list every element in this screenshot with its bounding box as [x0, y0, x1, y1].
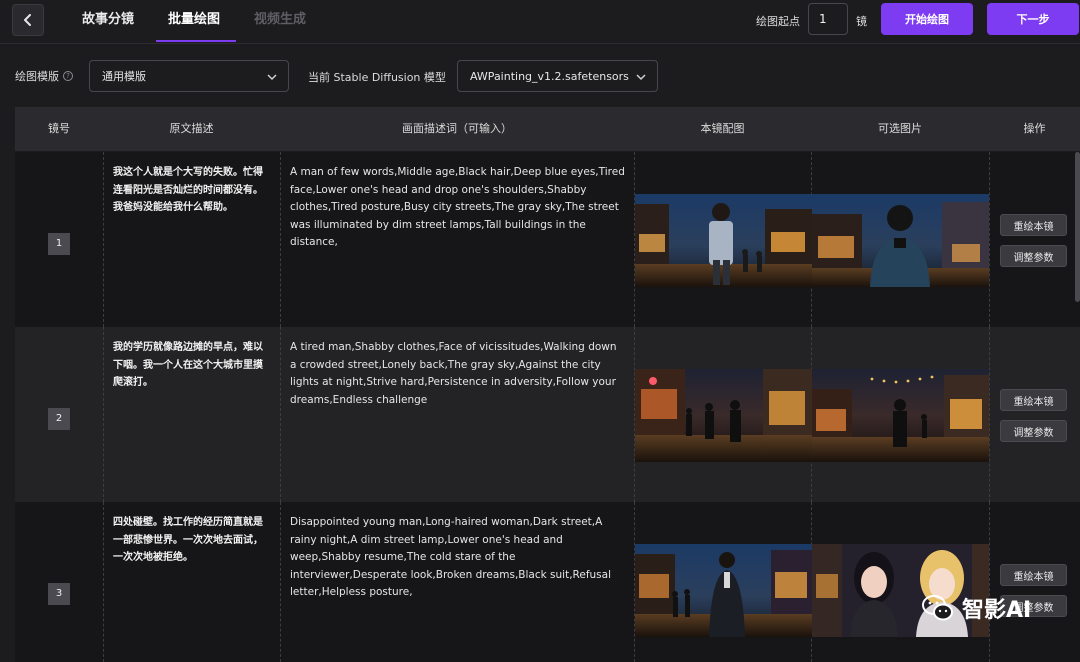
- chevron-down-icon: [267, 74, 277, 81]
- column-header-shot-number: 镜号: [48, 122, 70, 135]
- tab-storyboard[interactable]: 故事分镜: [82, 0, 134, 42]
- shot-number: 2: [48, 408, 70, 430]
- model-label: 当前 Stable Diffusion 模型: [308, 71, 446, 84]
- column-header-optional-images: 可选图片: [878, 122, 922, 135]
- shot-image[interactable]: [635, 369, 812, 462]
- model-select[interactable]: AWPainting_v1.2.safetensors: [457, 60, 658, 92]
- table-row: 3 四处碰壁。找工作的经历简直就是一部悲惨世界。一次次地去面试，一次次地被拒绝。…: [15, 502, 1080, 662]
- start-shot-label: 绘图起点: [756, 15, 800, 28]
- optional-image[interactable]: [812, 369, 989, 462]
- template-label-text: 绘图模版: [15, 70, 59, 83]
- help-icon[interactable]: ?: [63, 71, 73, 81]
- optional-image[interactable]: [812, 194, 989, 287]
- tab-batch-draw[interactable]: 批量绘图: [155, 0, 237, 42]
- watermark-text: 智影AI: [962, 598, 1032, 623]
- table-row: 2 我的学历就像路边摊的早点，难以下咽。我一个人在这个大城市里摸爬滚打。 A t…: [15, 327, 1080, 502]
- prompt-text[interactable]: Disappointed young man,Long-haired woman…: [290, 514, 626, 602]
- shot-image[interactable]: [635, 194, 812, 287]
- original-text: 我这个人就是个大写的失败。忙得连看阳光是否灿烂的时间都没有。我爸妈没能给我什么帮…: [113, 167, 263, 213]
- template-select-value: 通用模版: [102, 70, 146, 83]
- model-select-value: AWPainting_v1.2.safetensors: [470, 69, 629, 83]
- watermark: 智影AI: [920, 590, 1031, 626]
- tab-video-generation[interactable]: 视频生成: [254, 0, 306, 42]
- redraw-shot-button[interactable]: 重绘本镜: [1000, 564, 1067, 586]
- column-header-original-text: 原文描述: [169, 122, 214, 135]
- start-drawing-button[interactable]: 开始绘图: [881, 3, 973, 35]
- back-button[interactable]: [12, 4, 44, 36]
- adjust-params-button[interactable]: 调整参数: [1000, 420, 1067, 442]
- redraw-shot-button[interactable]: 重绘本镜: [1000, 214, 1067, 236]
- shot-unit-label: 镜: [856, 15, 867, 28]
- prompt-text[interactable]: A man of few words,Middle age,Black hair…: [290, 164, 626, 252]
- start-shot-input[interactable]: [808, 3, 848, 35]
- column-header-shot-image: 本镜配图: [700, 122, 745, 135]
- chevron-down-icon: [636, 74, 646, 81]
- vertical-scrollbar[interactable]: [1075, 152, 1080, 302]
- adjust-params-button[interactable]: 调整参数: [1000, 245, 1067, 267]
- original-text: 四处碰壁。找工作的经历简直就是一部悲惨世界。一次次地去面试，一次次地被拒绝。: [113, 517, 263, 563]
- shot-number: 3: [48, 583, 70, 605]
- shot-image[interactable]: [635, 544, 812, 637]
- table-header: 镜号 原文描述 画面描述词（可输入） 本镜配图 可选图片 操作: [15, 107, 1080, 151]
- column-header-actions: 操作: [1023, 122, 1046, 135]
- template-select[interactable]: 通用模版: [89, 60, 289, 92]
- table-row: 1 我这个人就是个大写的失败。忙得连看阳光是否灿烂的时间都没有。我爸妈没能给我什…: [15, 152, 1080, 327]
- shot-number: 1: [48, 233, 70, 255]
- column-header-prompt: 画面描述词（可输入）: [402, 122, 512, 135]
- redraw-shot-button[interactable]: 重绘本镜: [1000, 389, 1067, 411]
- template-label: 绘图模版 ?: [15, 68, 73, 84]
- prompt-text[interactable]: A tired man,Shabby clothes,Face of vicis…: [290, 339, 626, 409]
- next-step-button[interactable]: 下一步: [987, 3, 1079, 35]
- wechat-icon: [922, 595, 953, 621]
- original-text: 我的学历就像路边摊的早点，难以下咽。我一个人在这个大城市里摸爬滚打。: [113, 342, 263, 388]
- chevron-left-icon: [24, 14, 31, 26]
- top-bar: 故事分镜 批量绘图 视频生成 绘图起点 镜 开始绘图 下一步: [0, 0, 1080, 44]
